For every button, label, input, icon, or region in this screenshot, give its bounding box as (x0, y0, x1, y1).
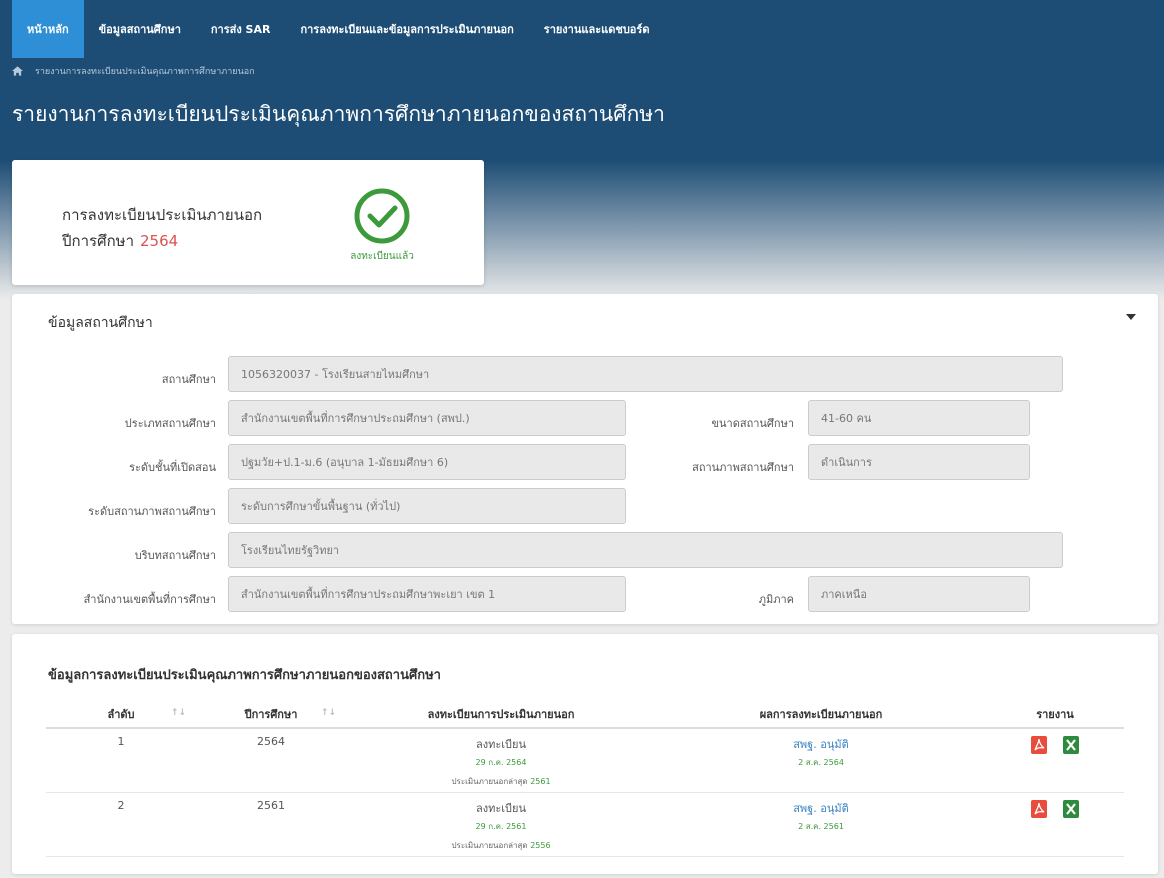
registration-label: ลงทะเบียน (476, 801, 526, 815)
field-school: 1056320037 - โรงเรียนสายไหมศึกษา (228, 356, 1063, 392)
school-info-card: ข้อมูลสถานศึกษา สถานศึกษา 1056320037 - โ… (12, 294, 1158, 624)
field-label-region: ภูมิภาค (758, 593, 794, 606)
result-date: 2 ส.ค. 2564 (798, 758, 844, 767)
field-label-school: สถานศึกษา (161, 373, 216, 386)
registration-date: 29 ก.ค. 2564 (475, 758, 527, 767)
last-eval: ประเมินภายนอกล่าสุด 2556 (346, 839, 656, 852)
col-header-no-label: ลำดับ (107, 707, 135, 721)
col-header-year-label: ปีการศึกษา (244, 707, 298, 721)
result-label[interactable]: สพฐ. อนุมัติ (656, 799, 986, 817)
breadcrumb: รายงานการลงทะเบียนประเมินคุณภาพการศึกษาภ… (12, 64, 255, 78)
registration-date: 29 ก.ค. 2561 (475, 821, 527, 831)
collapse-caret-icon[interactable] (1126, 314, 1136, 320)
field-context: โรงเรียนไทยรัฐวิทยา (228, 532, 1063, 568)
field-school-type: สำนักงานเขตพื้นที่การศึกษาประถมศึกษา (สพ… (228, 400, 626, 436)
cell-report (986, 792, 1124, 857)
registration-status-card: การลงทะเบียนประเมินภายนอก ปีการศึกษา 2564… (12, 160, 484, 285)
field-label-level-status: ระดับสถานภาพสถานศึกษา (88, 505, 216, 518)
nav-item-sar[interactable]: การส่ง SAR (196, 0, 286, 58)
field-label-school-size: ขนาดสถานศึกษา (711, 417, 795, 430)
field-level-status: ระดับการศึกษาขั้นพื้นฐาน (ทั่วไป) (228, 488, 626, 524)
excel-file-icon[interactable] (1062, 735, 1080, 755)
pdf-file-icon[interactable] (1030, 735, 1048, 755)
registration-year: 2564 (140, 232, 179, 250)
last-eval: ประเมินภายนอกล่าสุด 2561 (346, 775, 656, 788)
cell-year: 2561 (196, 792, 346, 857)
school-info-title: ข้อมูลสถานศึกษา (48, 315, 153, 331)
field-label-context: บริบทสถานศึกษา (134, 549, 216, 562)
field-levels: ปฐมวัย+ป.1-ม.6 (อนุบาล 1-มัธยมศึกษา 6) (228, 444, 626, 480)
col-header-registration: ลงทะเบียนการประเมินภายนอก (346, 700, 656, 729)
nav-item-school-info[interactable]: ข้อมูลสถานศึกษา (84, 0, 196, 58)
field-status: ดำเนินการ (808, 444, 1030, 480)
field-label-school-type: ประเภทสถานศึกษา (124, 417, 216, 430)
cell-report (986, 728, 1124, 793)
last-eval-label: ประเมินภายนอกล่าสุด (451, 777, 528, 786)
table-row: 2 2561 ลงทะเบียน 29 ก.ค. 2561 ประเมินภาย… (46, 792, 1124, 857)
breadcrumb-current: รายงานการลงทะเบียนประเมินคุณภาพการศึกษาภ… (35, 67, 255, 77)
field-school-size: 41-60 คน (808, 400, 1030, 436)
field-label-status: สถานภาพสถานศึกษา (692, 461, 794, 474)
pdf-file-icon[interactable] (1030, 799, 1048, 819)
cell-no: 1 (46, 728, 196, 793)
nav-item-reports[interactable]: รายงานและแดชบอร์ด (529, 0, 665, 58)
home-icon[interactable] (12, 66, 23, 76)
cell-no: 2 (46, 792, 196, 857)
result-date: 2 ส.ค. 2561 (798, 821, 844, 831)
registration-line1: การลงทะเบียนประเมินภายนอก (62, 206, 263, 224)
registration-text: การลงทะเบียนประเมินภายนอก ปีการศึกษา 2564 (62, 202, 262, 254)
col-header-year[interactable]: ปีการศึกษา ↑↓ (196, 700, 346, 729)
last-eval-year: 2561 (530, 777, 551, 786)
cell-result: สพฐ. อนุมัติ 2 ส.ค. 2561 (656, 792, 986, 857)
top-navbar: หน้าหลัก ข้อมูลสถานศึกษา การส่ง SAR การล… (0, 0, 1164, 58)
sort-icon[interactable]: ↑↓ (171, 708, 186, 718)
field-office: สำนักงานเขตพื้นที่การศึกษาประถมศึกษาพะเย… (228, 576, 626, 612)
col-header-no[interactable]: ลำดับ ↑↓ (46, 700, 196, 729)
nav-item-home[interactable]: หน้าหลัก (12, 0, 84, 58)
field-label-levels: ระดับชั้นที่เปิดสอน (129, 461, 216, 474)
cell-result: สพฐ. อนุมัติ 2 ส.ค. 2564 (656, 728, 986, 793)
registration-status: ลงทะเบียนแล้ว (350, 251, 414, 262)
result-label[interactable]: สพฐ. อนุมัติ (656, 735, 986, 753)
check-circle-icon (354, 188, 410, 244)
cell-registration: ลงทะเบียน 29 ก.ค. 2564 ประเมินภายนอกล่าส… (346, 728, 656, 793)
page-title: รายงานการลงทะเบียนประเมินคุณภาพการศึกษาภ… (12, 102, 665, 126)
sort-icon[interactable]: ↑↓ (321, 708, 336, 718)
col-header-report: รายงาน (986, 700, 1124, 729)
last-eval-year: 2556 (530, 840, 551, 850)
registration-table: ลำดับ ↑↓ ปีการศึกษา ↑↓ ลงทะเบียนการประเมิน… (46, 700, 1124, 857)
table-header-row: ลำดับ ↑↓ ปีการศึกษา ↑↓ ลงทะเบียนการประเมิน… (46, 700, 1124, 729)
last-eval-label: ประเมินภายนอกล่าสุด (451, 840, 528, 850)
registration-table-title: ข้อมูลการลงทะเบียนประเมินคุณภาพการศึกษาภ… (48, 668, 441, 683)
cell-year: 2564 (196, 728, 346, 793)
col-header-result: ผลการลงทะเบียนภายนอก (656, 700, 986, 729)
cell-registration: ลงทะเบียน 29 ก.ค. 2561 ประเมินภายนอกล่าส… (346, 792, 656, 857)
registration-year-label: ปีการศึกษา (62, 232, 134, 250)
registration-label: ลงทะเบียน (476, 738, 526, 751)
registration-year-line: ปีการศึกษา 2564 (62, 228, 262, 254)
registration-table-card: ข้อมูลการลงทะเบียนประเมินคุณภาพการศึกษาภ… (12, 634, 1158, 874)
nav-item-registration[interactable]: การลงทะเบียนและข้อมูลการประเมินภายนอก (285, 0, 528, 58)
field-region: ภาคเหนือ (808, 576, 1030, 612)
field-label-office: สำนักงานเขตพื้นที่การศึกษา (83, 593, 216, 606)
excel-file-icon[interactable] (1062, 799, 1080, 819)
table-row: 1 2564 ลงทะเบียน 29 ก.ค. 2564 ประเมินภาย… (46, 728, 1124, 793)
